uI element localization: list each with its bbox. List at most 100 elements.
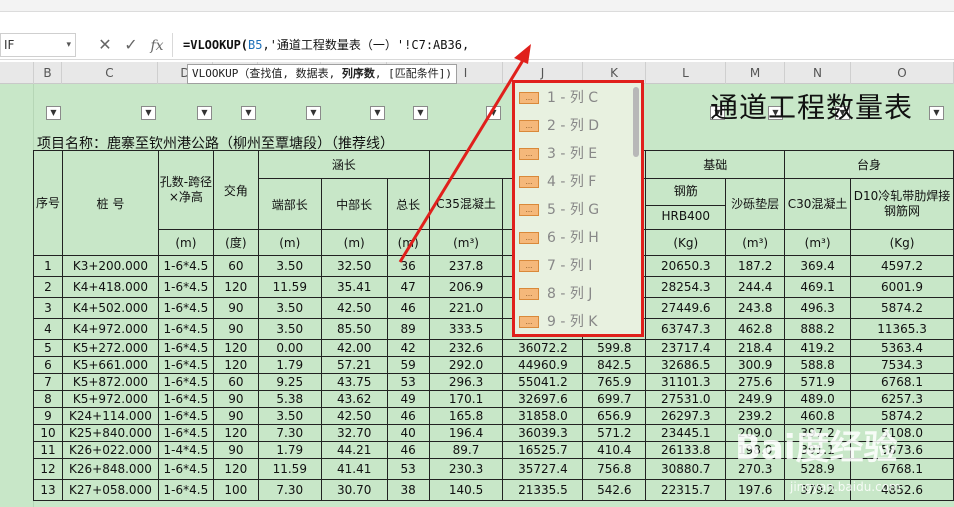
cell-n[interactable]: 6 [33, 356, 63, 374]
cell-d10[interactable]: 5363.4 [850, 339, 954, 357]
filter-button[interactable]: ▼ [486, 106, 501, 120]
corner-cell[interactable] [0, 62, 34, 84]
cell-c35[interactable]: 165.8 [428, 407, 504, 425]
cell-pile[interactable]: K5+972.000 [61, 390, 159, 408]
cell-n[interactable]: 1 [33, 255, 63, 277]
cell-mid[interactable]: 44.21 [320, 441, 388, 459]
cell-n[interactable]: 9 [33, 407, 63, 425]
cell-c35[interactable]: 206.9 [428, 276, 504, 298]
cell-end[interactable]: 3.50 [257, 255, 322, 277]
cell-mid[interactable]: 42.50 [320, 297, 388, 319]
cell-gravel[interactable]: 187.2 [725, 255, 786, 277]
cell-c35[interactable]: 296.3 [428, 373, 504, 391]
cell-d10[interactable]: 6001.9 [850, 276, 954, 298]
cell-n[interactable]: 7 [33, 373, 63, 391]
cell-ang[interactable]: 60 [212, 255, 259, 277]
cell-c30[interactable]: 419.2 [784, 339, 852, 357]
cell-tot[interactable]: 36 [386, 255, 430, 277]
cell-pile[interactable]: K5+661.000 [61, 356, 159, 374]
cell-rebar[interactable]: 28254.3 [645, 276, 727, 298]
cell-c30[interactable]: 496.3 [784, 297, 852, 319]
cell-end[interactable]: 3.50 [257, 297, 322, 319]
cell-ang[interactable]: 120 [212, 356, 259, 374]
cell-end[interactable]: 11.59 [257, 276, 322, 298]
cell-j[interactable]: 16525.7 [502, 441, 584, 459]
filter-button[interactable]: ▼ [197, 106, 212, 120]
cell-ang[interactable]: 90 [212, 297, 259, 319]
cell-tot[interactable]: 89 [386, 318, 430, 340]
cell-j[interactable]: 36039.3 [502, 424, 584, 442]
cell-d10[interactable]: 6768.1 [850, 373, 954, 391]
cell-n[interactable]: 3 [33, 297, 63, 319]
dropdown-item[interactable]: ... 4 - 列 F [519, 171, 639, 193]
cell-mid[interactable]: 85.50 [320, 318, 388, 340]
cell-span[interactable]: 1-6*4.5 [157, 390, 214, 408]
cell-end[interactable]: 0.00 [257, 339, 322, 357]
cell-gravel[interactable]: 249.9 [725, 390, 786, 408]
cell-ang[interactable]: 120 [212, 458, 259, 480]
filter-button[interactable]: ▼ [306, 106, 321, 120]
cell-j[interactable]: 36072.2 [502, 339, 584, 357]
cell-ang[interactable]: 100 [212, 479, 259, 501]
cell-k[interactable]: 756.8 [582, 458, 647, 480]
cell-rebar[interactable]: 23717.4 [645, 339, 727, 357]
cell-end[interactable]: 1.79 [257, 356, 322, 374]
col-header-l[interactable]: L [646, 62, 726, 84]
cell-rebar[interactable]: 27531.0 [645, 390, 727, 408]
cell-c30[interactable]: 369.4 [784, 255, 852, 277]
cell-d10[interactable]: 6257.3 [850, 390, 954, 408]
cell-mid[interactable]: 30.70 [320, 479, 388, 501]
cell-c35[interactable]: 333.5 [428, 318, 504, 340]
cell-gravel[interactable]: 462.8 [725, 318, 786, 340]
cell-c35[interactable]: 170.1 [428, 390, 504, 408]
chevron-down-icon[interactable]: ▾ [66, 34, 71, 56]
cell-j[interactable]: 32697.6 [502, 390, 584, 408]
cell-span[interactable]: 1-4*4.5 [157, 441, 214, 459]
cell-j[interactable]: 44960.9 [502, 356, 584, 374]
cell-rebar[interactable]: 30880.7 [645, 458, 727, 480]
cell-end[interactable]: 3.50 [257, 318, 322, 340]
cell-pile[interactable]: K4+972.000 [61, 318, 159, 340]
cell-pile[interactable]: K26+848.000 [61, 458, 159, 480]
cell-ang[interactable]: 90 [212, 407, 259, 425]
cell-gravel[interactable]: 243.8 [725, 297, 786, 319]
cell-gravel[interactable]: 275.6 [725, 373, 786, 391]
cell-mid[interactable]: 32.70 [320, 424, 388, 442]
cell-span[interactable]: 1-6*4.5 [157, 318, 214, 340]
cell-span[interactable]: 1-6*4.5 [157, 424, 214, 442]
dropdown-item[interactable]: ... 9 - 列 K [519, 311, 639, 333]
cell-c30[interactable]: 588.8 [784, 356, 852, 374]
cell-c35[interactable]: 196.4 [428, 424, 504, 442]
dropdown-item[interactable]: ... 6 - 列 H [519, 227, 639, 249]
cell-mid[interactable]: 32.50 [320, 255, 388, 277]
cell-pile[interactable]: K5+272.000 [61, 339, 159, 357]
filter-button[interactable]: ▼ [413, 106, 428, 120]
cell-d10[interactable]: 11365.3 [850, 318, 954, 340]
cell-gravel[interactable]: 244.4 [725, 276, 786, 298]
cell-c30[interactable]: 469.1 [784, 276, 852, 298]
cell-end[interactable]: 3.50 [257, 407, 322, 425]
cell-span[interactable]: 1-6*4.5 [157, 458, 214, 480]
cell-mid[interactable]: 43.75 [320, 373, 388, 391]
cell-rebar[interactable]: 23445.1 [645, 424, 727, 442]
cell-k[interactable]: 410.4 [582, 441, 647, 459]
cell-span[interactable]: 1-6*4.5 [157, 276, 214, 298]
cell-mid[interactable]: 57.21 [320, 356, 388, 374]
filter-button[interactable]: ▼ [141, 106, 156, 120]
cell-ang[interactable]: 120 [212, 424, 259, 442]
cell-n[interactable]: 2 [33, 276, 63, 298]
dropdown-item[interactable]: ... 2 - 列 D [519, 115, 639, 137]
cell-pile[interactable]: K5+872.000 [61, 373, 159, 391]
dropdown-item[interactable]: ... 1 - 列 C [519, 87, 639, 109]
cell-n[interactable]: 13 [33, 479, 63, 501]
cell-tot[interactable]: 40 [386, 424, 430, 442]
cell-j[interactable]: 55041.2 [502, 373, 584, 391]
col-header-m[interactable]: M [726, 62, 785, 84]
cell-mid[interactable]: 41.41 [320, 458, 388, 480]
cell-pile[interactable]: K24+114.000 [61, 407, 159, 425]
cell-n[interactable]: 12 [33, 458, 63, 480]
cell-pile[interactable]: K4+502.000 [61, 297, 159, 319]
cell-mid[interactable]: 43.62 [320, 390, 388, 408]
cell-rebar[interactable]: 26297.3 [645, 407, 727, 425]
cell-span[interactable]: 1-6*4.5 [157, 297, 214, 319]
